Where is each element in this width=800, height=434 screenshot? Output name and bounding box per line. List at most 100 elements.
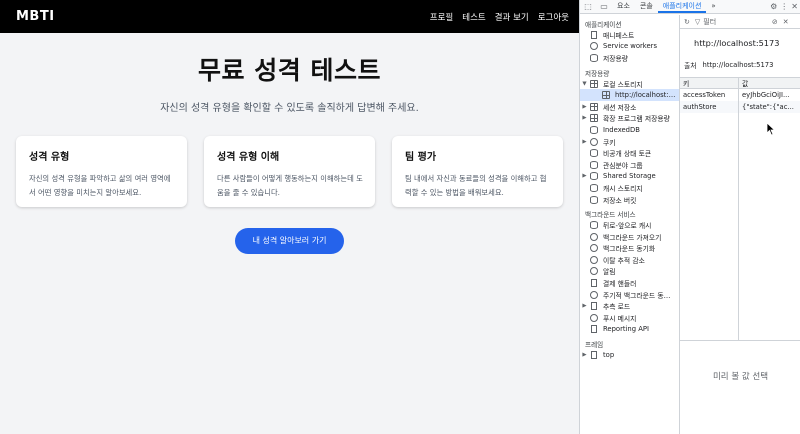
- grid-icon: [601, 91, 611, 100]
- storage-main-pane: ↻ ▽ 필터 ⊘ ✕ http://localhost:5173 출처 http…: [680, 15, 800, 434]
- storage-item[interactable]: 캐시 스토리지: [580, 182, 679, 194]
- background-service-item[interactable]: 이탈 추적 감소: [580, 254, 679, 266]
- background-service-item[interactable]: 푸시 메시지: [580, 312, 679, 324]
- card-text: 다른 사람들이 어떻게 행동하는지 이해하는데 도움을 줄 수 있습니다.: [217, 174, 363, 197]
- background-service-label: 백그라운드 가져오기: [603, 233, 662, 242]
- top-navbar: MBTI 프로필 테스트 결과 보기 로그아웃: [0, 0, 579, 33]
- collapsed-arrow-icon[interactable]: ▶: [580, 352, 589, 358]
- storage-item[interactable]: ▶ 세션 저장소: [580, 101, 679, 113]
- storage-item[interactable]: ▶ 확장 프로그램 저장용량: [580, 113, 679, 125]
- db-icon: [589, 183, 599, 192]
- row-key: authStore: [683, 103, 717, 111]
- storage-label: 확장 프로그램 저장용량: [603, 115, 670, 124]
- storage-item[interactable]: 저장소 버킷: [580, 194, 679, 206]
- more-options-icon[interactable]: ⋮: [780, 2, 788, 11]
- clear-all-icon[interactable]: ⊘: [772, 18, 778, 26]
- collapsed-arrow-icon[interactable]: ▶: [580, 303, 589, 309]
- tab-elements[interactable]: 요소: [612, 0, 635, 13]
- card-title: 성격 유형 이해: [217, 152, 280, 163]
- collapsed-arrow-icon[interactable]: ▶: [580, 104, 589, 110]
- storage-label: Shared Storage: [603, 172, 656, 181]
- frame-item[interactable]: ▶ top: [580, 349, 679, 361]
- document-icon: [589, 53, 599, 62]
- nav-link-test[interactable]: 테스트: [462, 11, 485, 23]
- db-icon: [589, 172, 599, 181]
- devtools-actions: ⚙ ⋮ ✕: [770, 0, 798, 13]
- expanded-arrow-icon[interactable]: ▼: [580, 81, 589, 87]
- background-service-item[interactable]: 알림: [580, 266, 679, 278]
- brand-logo[interactable]: MBTI: [16, 9, 55, 24]
- storage-toolbar: ↻ ▽ 필터 ⊘ ✕: [680, 15, 800, 29]
- origin-value: http://localhost:5173: [702, 60, 774, 69]
- more-tabs-button[interactable]: »: [706, 0, 720, 13]
- background-service-item[interactable]: 주기적 백그라운드 동…: [580, 289, 679, 301]
- background-service-item[interactable]: 결제 핸들러: [580, 277, 679, 289]
- storage-item[interactable]: IndexedDB: [580, 124, 679, 136]
- application-item[interactable]: Service workers: [580, 41, 679, 53]
- doc-icon: [589, 279, 599, 288]
- table-row[interactable]: accessToken eyJhbGciOiJI...: [680, 89, 800, 101]
- table-row[interactable]: authStore {"state":{"ac...: [680, 101, 800, 113]
- background-service-item[interactable]: 백그라운드 가져오기: [580, 231, 679, 243]
- tab-application[interactable]: 애플리케이션: [657, 0, 707, 13]
- background-service-label: 알림: [603, 268, 616, 277]
- delete-selected-icon[interactable]: ✕: [783, 18, 789, 26]
- db-icon: [589, 149, 599, 158]
- nav-link-results[interactable]: 결과 보기: [495, 11, 529, 23]
- device-toolbar-icon[interactable]: ▭: [596, 0, 612, 13]
- collapsed-arrow-icon[interactable]: ▶: [580, 139, 589, 145]
- application-item[interactable]: 매니페스트: [580, 29, 679, 41]
- nav-link-logout[interactable]: 로그아웃: [538, 11, 569, 23]
- filter-icon: ▽: [694, 17, 701, 26]
- background-service-item[interactable]: 뒤로-앞으로 캐시: [580, 219, 679, 231]
- nav-link-profile[interactable]: 프로필: [430, 11, 453, 23]
- background-services-list: 뒤로-앞으로 캐시백그라운드 가져오기 백그라운드 동기화 이탈 추적 감소알림 결제…: [580, 219, 679, 335]
- value-column-header[interactable]: 값: [738, 78, 800, 88]
- origin-heading: http://localhost:5173: [694, 38, 780, 48]
- application-item[interactable]: 저장용량: [580, 52, 679, 64]
- storage-label: 쿠키: [603, 138, 616, 147]
- storage-label: 세션 저장소: [603, 103, 637, 112]
- card-text: 팀 내에서 자신과 동료들의 성격을 이해하고 협력할 수 있는 방법을 배워보…: [405, 174, 547, 197]
- background-service-item[interactable]: ▶ 추측 로드: [580, 300, 679, 312]
- background-service-item[interactable]: Reporting API: [580, 324, 679, 336]
- grid-icon: [589, 102, 599, 111]
- storage-label: 관심분야 그룹: [603, 161, 643, 170]
- circle-icon: [589, 232, 599, 241]
- start-test-button[interactable]: 내 성격 알아보러 가기: [234, 228, 345, 254]
- tab-console[interactable]: 콘솔: [635, 0, 658, 13]
- storage-item[interactable]: ▼ 로컬 스토리지: [580, 78, 679, 90]
- grid-icon: [589, 114, 599, 123]
- collapsed-arrow-icon[interactable]: ▶: [580, 173, 589, 179]
- collapsed-arrow-icon[interactable]: ▶: [580, 115, 589, 121]
- background-service-item[interactable]: 백그라운드 동기화: [580, 243, 679, 255]
- application-item-label: Service workers: [603, 42, 658, 51]
- nav-links: 프로필 테스트 결과 보기 로그아웃: [430, 11, 569, 23]
- db-icon: [589, 160, 599, 169]
- application-sidebar: 애플리케이션 매니페스트 Service workers 저장용량 저장용량 ▼ 로컬…: [580, 15, 680, 434]
- storage-list: ▼ 로컬 스토리지 http://localhost:… ▶ 세션 저장소 ▶ 확장 프로그…: [580, 78, 679, 206]
- close-icon[interactable]: ✕: [791, 2, 798, 11]
- storage-item[interactable]: ▶ Shared Storage: [580, 171, 679, 183]
- background-service-label: Reporting API: [603, 325, 649, 334]
- background-service-label: 이탈 추적 감소: [603, 256, 645, 265]
- table-header: 키 값: [680, 78, 800, 89]
- storage-label: 캐시 스토리지: [603, 184, 643, 193]
- settings-icon[interactable]: ⚙: [770, 2, 777, 11]
- storage-item[interactable]: 비공개 상태 토큰: [580, 147, 679, 159]
- value-preview-placeholder: 미리 볼 값 선택: [712, 372, 769, 382]
- key-column-header[interactable]: 키: [680, 78, 738, 88]
- refresh-icon[interactable]: ↻: [684, 18, 690, 26]
- storage-item[interactable]: ▶ 쿠키: [580, 136, 679, 148]
- filter-input[interactable]: ▽ 필터: [695, 17, 767, 27]
- storage-table: 키 값 accessToken eyJhbGciOiJI... authStor…: [680, 77, 800, 341]
- doc-icon: [589, 351, 599, 360]
- storage-label: 로컬 스토리지: [603, 80, 643, 89]
- storage-item[interactable]: 관심분야 그룹: [580, 159, 679, 171]
- devtools-tabbar: ⬚ ▭ 요소 콘솔 애플리케이션 » ⚙ ⋮ ✕: [580, 0, 800, 14]
- db-icon: [589, 195, 599, 204]
- page-title: 무료 성격 테스트: [198, 56, 381, 85]
- inspect-element-icon[interactable]: ⬚: [580, 0, 596, 13]
- page-subtitle: 자신의 성격 유형을 확인할 수 있도록 솔직하게 답변해 주세요.: [160, 103, 419, 114]
- storage-item[interactable]: http://localhost:…: [580, 89, 679, 101]
